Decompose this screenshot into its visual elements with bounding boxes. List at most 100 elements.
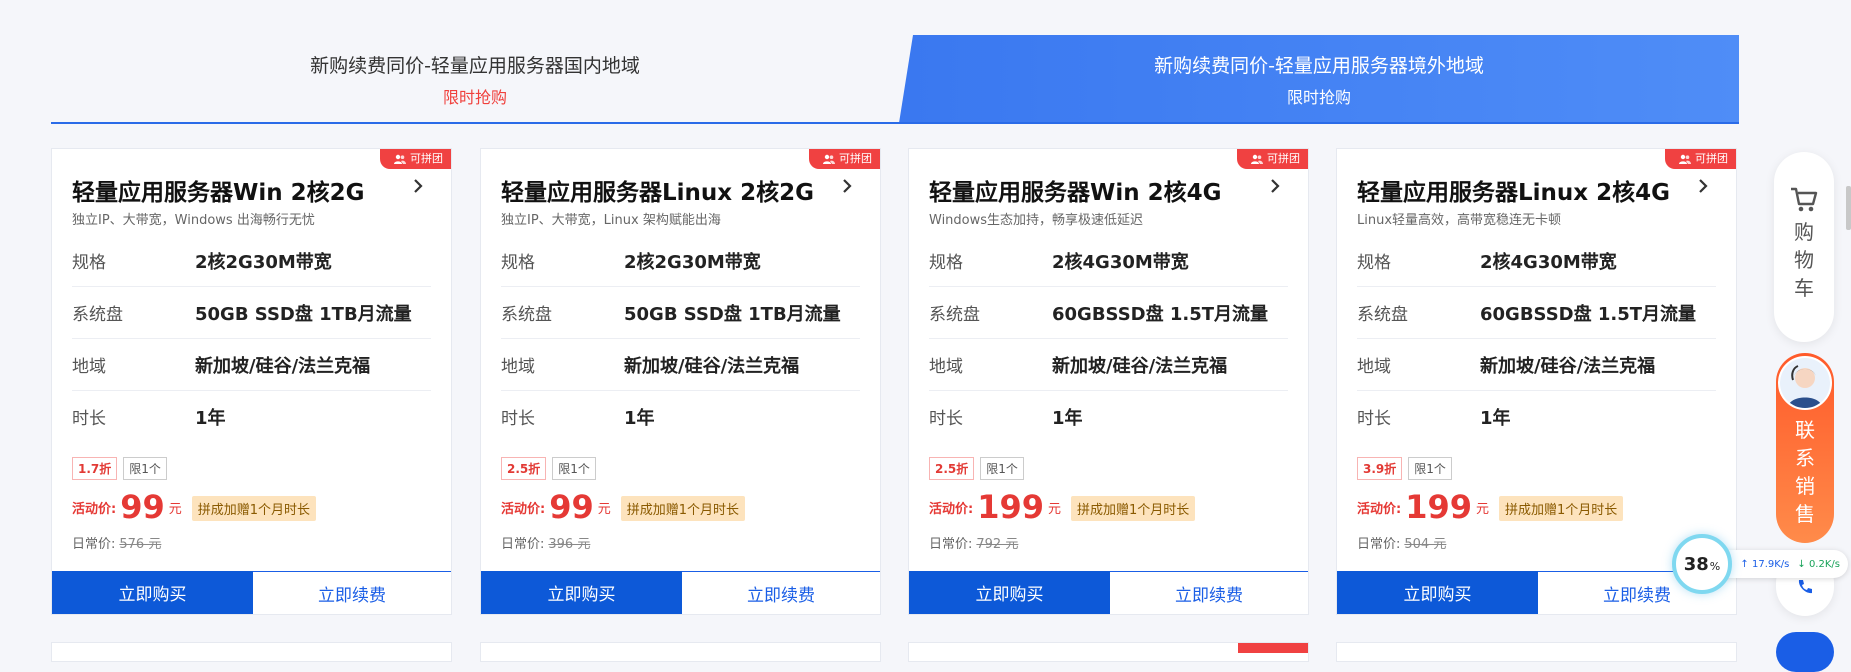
price-label: 活动价: — [1357, 502, 1402, 517]
badge-label: 可拼团 — [410, 152, 443, 165]
price-unit: 元 — [1048, 502, 1062, 517]
buy-button[interactable]: 立即购买 — [909, 571, 1110, 614]
discount-tag: 3.9折 — [1357, 457, 1403, 480]
daily-price-value: 792 元 — [976, 537, 1019, 552]
upload-speed: ↑ 17.9K/s — [1740, 558, 1790, 570]
disk-row: 系统盘 50GB SSD盘 1TB月流量 — [72, 287, 431, 339]
region-row: 地域 新加坡/硅谷/法兰克福 — [929, 339, 1288, 391]
price-row: 活动价: 99 元 拼成加赠1个月时长 — [72, 488, 317, 526]
region-label: 地域 — [501, 357, 535, 377]
badge-label: 可拼团 — [1267, 152, 1300, 165]
discount-tag: 2.5折 — [501, 457, 547, 480]
card-title: 轻量应用服务器Linux 2核2G — [501, 180, 815, 206]
disk-value: 50GB SSD盘 1TB月流量 — [624, 303, 841, 325]
agent-avatar-icon — [1780, 358, 1830, 408]
region-label: 地域 — [1357, 357, 1391, 377]
disk-label: 系统盘 — [1357, 305, 1408, 325]
price-unit: 元 — [597, 502, 611, 517]
group-buy-badge: 可拼团 — [380, 149, 451, 169]
renew-button[interactable]: 立即续费 — [1110, 571, 1308, 614]
product-card-peek — [908, 642, 1309, 662]
duration-value: 1年 — [1052, 407, 1083, 429]
daily-price-value: 576 元 — [119, 537, 162, 552]
gift-tag: 拼成加赠1个月时长 — [191, 496, 317, 521]
disk-label: 系统盘 — [929, 305, 980, 325]
group-buy-badge: 可拼团 — [1237, 149, 1308, 169]
badge-label: 可拼团 — [839, 152, 872, 165]
tab-title: 新购续费同价-轻量应用服务器国内地域 — [310, 55, 640, 77]
price-unit: 元 — [168, 502, 182, 517]
duration-label: 时长 — [72, 409, 106, 429]
gift-tag: 拼成加赠1个月时长 — [620, 496, 746, 521]
buy-button[interactable]: 立即购买 — [1337, 571, 1538, 614]
scrollbar[interactable] — [1846, 186, 1851, 230]
buy-button[interactable]: 立即购买 — [481, 571, 682, 614]
group-icon — [394, 154, 406, 164]
daily-price: 日常价: 576 元 — [72, 533, 161, 552]
tab-subtitle: 限时抢购 — [442, 88, 507, 107]
price-value: 99 — [549, 488, 594, 526]
spec-label: 规格 — [501, 253, 535, 273]
group-buy-badge: 可拼团 — [809, 149, 880, 169]
region-row: 地域 新加坡/硅谷/法兰克福 — [72, 339, 431, 391]
chevron-right-icon[interactable] — [838, 175, 856, 197]
spec-row: 规格 2核2G30M带宽 — [72, 235, 431, 287]
tab-domestic[interactable]: 新购续费同价-轻量应用服务器国内地域 限时抢购 — [51, 35, 899, 123]
tag-list: 2.5折 限1个 — [929, 457, 1024, 480]
daily-price: 日常价: 396 元 — [501, 533, 590, 552]
download-speed: ↓ 0.2K/s — [1797, 558, 1840, 570]
price-value: 199 — [1405, 488, 1472, 526]
region-row: 地域 新加坡/硅谷/法兰克福 — [501, 339, 860, 391]
region-row: 地域 新加坡/硅谷/法兰克福 — [1357, 339, 1716, 391]
cart-float-button[interactable]: 购物车 — [1774, 152, 1834, 342]
network-speed-widget[interactable]: ↑ 17.9K/s ↓ 0.2K/s 38% — [1672, 534, 1848, 596]
daily-price-value: 396 元 — [548, 537, 591, 552]
region-value: 新加坡/硅谷/法兰克福 — [1480, 355, 1656, 377]
daily-price: 日常价: 504 元 — [1357, 533, 1446, 552]
limit-tag: 限1个 — [123, 457, 167, 480]
disk-label: 系统盘 — [501, 305, 552, 325]
tab-overseas[interactable]: 新购续费同价-轻量应用服务器境外地域 限时抢购 — [899, 35, 1739, 123]
spec-row: 规格 2核4G30M带宽 — [929, 235, 1288, 287]
gift-tag: 拼成加赠1个月时长 — [1071, 496, 1196, 521]
group-icon — [823, 154, 835, 164]
usage-percent-unit: % — [1709, 559, 1721, 573]
price-label: 活动价: — [929, 502, 974, 517]
card-header: 轻量应用服务器Linux 2核2G — [501, 173, 860, 207]
price-value: 99 — [120, 488, 165, 526]
card-subtitle: Windows生态加持，畅享极速低延迟 — [929, 213, 1144, 228]
contact-sales-button[interactable]: 联系销售 — [1776, 353, 1834, 543]
disk-row: 系统盘 60GBSSD盘 1.5T月流量 — [929, 287, 1288, 339]
daily-price-label: 日常价: — [929, 537, 973, 552]
group-buy-badge: 可拼团 — [1665, 149, 1736, 169]
cart-label: 购物车 — [1794, 220, 1814, 300]
price-label: 活动价: — [72, 502, 117, 517]
duration-value: 1年 — [195, 407, 226, 429]
spec-label: 规格 — [1357, 253, 1391, 273]
region-value: 新加坡/硅谷/法兰克福 — [1052, 355, 1228, 377]
duration-row: 时长 1年 — [929, 391, 1288, 442]
region-value: 新加坡/硅谷/法兰克福 — [195, 355, 371, 377]
duration-row: 时长 1年 — [1357, 391, 1716, 442]
renew-button[interactable]: 立即续费 — [253, 571, 451, 614]
disk-row: 系统盘 60GBSSD盘 1.5T月流量 — [1357, 287, 1716, 339]
chevron-right-icon[interactable] — [1266, 175, 1284, 197]
region-label: 地域 — [929, 357, 963, 377]
chevron-right-icon[interactable] — [1694, 175, 1712, 197]
float-button[interactable] — [1776, 632, 1834, 672]
card-title: 轻量应用服务器Linux 2核4G — [1357, 180, 1671, 206]
buy-button[interactable]: 立即购买 — [52, 571, 253, 614]
disk-row: 系统盘 50GB SSD盘 1TB月流量 — [501, 287, 860, 339]
renew-button[interactable]: 立即续费 — [682, 571, 880, 614]
duration-label: 时长 — [1357, 409, 1391, 429]
chevron-right-icon[interactable] — [409, 175, 427, 197]
duration-label: 时长 — [929, 409, 963, 429]
group-icon — [1251, 154, 1263, 164]
tab-title: 新购续费同价-轻量应用服务器境外地域 — [1154, 55, 1484, 77]
daily-price: 日常价: 792 元 — [929, 533, 1018, 552]
duration-row: 时长 1年 — [72, 391, 431, 442]
tab-underline — [51, 122, 1739, 124]
tab-subtitle: 限时抢购 — [1286, 88, 1351, 107]
daily-price-label: 日常价: — [72, 537, 116, 552]
product-card: 可拼团 轻量应用服务器Win 2核2G 独立IP、大带宽，Windows 出海畅… — [51, 148, 452, 615]
